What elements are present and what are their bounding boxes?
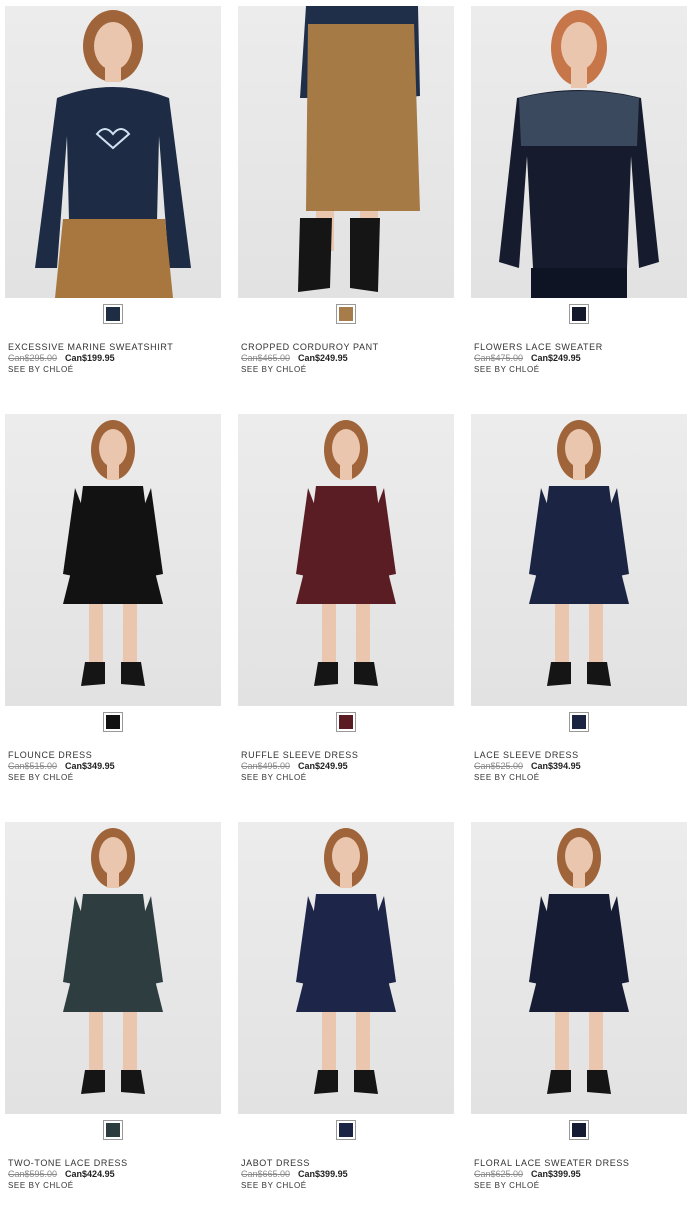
swatch-fill: [339, 307, 353, 321]
color-swatch[interactable]: [569, 304, 589, 324]
product-name[interactable]: FLOWERS LACE SWEATER: [474, 342, 687, 352]
product-prices: Can$295.00 Can$199.95: [8, 353, 115, 363]
product-brand: SEE BY CHLOÉ: [474, 365, 540, 374]
product-image[interactable]: [471, 414, 687, 706]
sale-price: Can$394.95: [531, 761, 581, 771]
product-name[interactable]: LACE SLEEVE DRESS: [474, 750, 687, 760]
product-grid: EXCESSIVE MARINE SWEATSHIRT Can$295.00 Can…: [0, 0, 700, 1223]
sale-price: Can$424.95: [65, 1169, 115, 1179]
product-image[interactable]: [238, 6, 454, 298]
product-name[interactable]: EXCESSIVE MARINE SWEATSHIRT: [8, 342, 221, 352]
swatch-fill: [106, 715, 120, 729]
swatch-fill: [572, 715, 586, 729]
product-name[interactable]: TWO-TONE LACE DRESS: [8, 1158, 221, 1168]
sale-price: Can$399.95: [531, 1169, 581, 1179]
product-card[interactable]: TWO-TONE LACE DRESS Can$595.00 Can$424.95 S…: [5, 822, 221, 1217]
original-price: Can$495.00: [241, 761, 291, 771]
product-card[interactable]: EXCESSIVE MARINE SWEATSHIRT Can$295.00 Can…: [5, 6, 221, 401]
sale-price: Can$249.95: [298, 761, 348, 771]
product-image[interactable]: [238, 414, 454, 706]
product-image[interactable]: [238, 822, 454, 1114]
swatch-fill: [106, 1123, 120, 1137]
product-brand: SEE BY CHLOÉ: [241, 773, 307, 782]
product-brand: SEE BY CHLOÉ: [474, 1181, 540, 1190]
original-price: Can$665.00: [241, 1169, 291, 1179]
original-price: Can$465.00: [241, 353, 291, 363]
color-swatch[interactable]: [336, 1120, 356, 1140]
product-image[interactable]: [5, 414, 221, 706]
product-name[interactable]: CROPPED CORDUROY PANT: [241, 342, 454, 352]
product-card[interactable]: LACE SLEEVE DRESS Can$525.00 Can$394.95 SEE…: [471, 414, 687, 809]
original-price: Can$295.00: [8, 353, 58, 363]
product-image[interactable]: [5, 822, 221, 1114]
product-prices: Can$515.00 Can$349.95: [8, 761, 115, 771]
product-prices: Can$525.00 Can$394.95: [474, 761, 581, 771]
product-name[interactable]: FLOUNCE DRESS: [8, 750, 221, 760]
product-card[interactable]: FLOUNCE DRESS Can$515.00 Can$349.95 SEE BY …: [5, 414, 221, 809]
product-prices: Can$495.00 Can$249.95: [241, 761, 348, 771]
product-brand: SEE BY CHLOÉ: [8, 773, 74, 782]
sale-price: Can$249.95: [531, 353, 581, 363]
original-price: Can$625.00: [474, 1169, 524, 1179]
swatch-fill: [572, 1123, 586, 1137]
product-brand: SEE BY CHLOÉ: [474, 773, 540, 782]
product-brand: SEE BY CHLOÉ: [8, 1181, 74, 1190]
product-card[interactable]: CROPPED CORDUROY PANT Can$465.00 Can$249.9…: [238, 6, 454, 401]
product-brand: SEE BY CHLOÉ: [8, 365, 74, 374]
product-brand: SEE BY CHLOÉ: [241, 365, 307, 374]
product-prices: Can$465.00 Can$249.95: [241, 353, 348, 363]
product-brand: SEE BY CHLOÉ: [241, 1181, 307, 1190]
sale-price: Can$249.95: [298, 353, 348, 363]
product-card[interactable]: FLOWERS LACE SWEATER Can$475.00 Can$249.95…: [471, 6, 687, 401]
product-image[interactable]: [471, 6, 687, 298]
original-price: Can$595.00: [8, 1169, 58, 1179]
sale-price: Can$349.95: [65, 761, 115, 771]
swatch-fill: [106, 307, 120, 321]
original-price: Can$515.00: [8, 761, 58, 771]
color-swatch[interactable]: [336, 304, 356, 324]
color-swatch[interactable]: [336, 712, 356, 732]
product-card[interactable]: RUFFLE SLEEVE DRESS Can$495.00 Can$249.95 S…: [238, 414, 454, 809]
sale-price: Can$399.95: [298, 1169, 348, 1179]
product-name[interactable]: RUFFLE SLEEVE DRESS: [241, 750, 454, 760]
product-prices: Can$625.00 Can$399.95: [474, 1169, 581, 1179]
color-swatch[interactable]: [569, 712, 589, 732]
product-prices: Can$665.00 Can$399.95: [241, 1169, 348, 1179]
product-name[interactable]: FLORAL LACE SWEATER DRESS: [474, 1158, 687, 1168]
product-prices: Can$475.00 Can$249.95: [474, 353, 581, 363]
product-card[interactable]: FLORAL LACE SWEATER DRESS Can$625.00 Can$3…: [471, 822, 687, 1217]
sale-price: Can$199.95: [65, 353, 115, 363]
product-card[interactable]: JABOT DRESS Can$665.00 Can$399.95 SEE BY CH…: [238, 822, 454, 1217]
original-price: Can$475.00: [474, 353, 524, 363]
color-swatch[interactable]: [103, 304, 123, 324]
color-swatch[interactable]: [569, 1120, 589, 1140]
product-prices: Can$595.00 Can$424.95: [8, 1169, 115, 1179]
swatch-fill: [572, 307, 586, 321]
original-price: Can$525.00: [474, 761, 524, 771]
color-swatch[interactable]: [103, 1120, 123, 1140]
product-image[interactable]: [471, 822, 687, 1114]
product-name[interactable]: JABOT DRESS: [241, 1158, 454, 1168]
product-image[interactable]: [5, 6, 221, 298]
swatch-fill: [339, 1123, 353, 1137]
color-swatch[interactable]: [103, 712, 123, 732]
swatch-fill: [339, 715, 353, 729]
